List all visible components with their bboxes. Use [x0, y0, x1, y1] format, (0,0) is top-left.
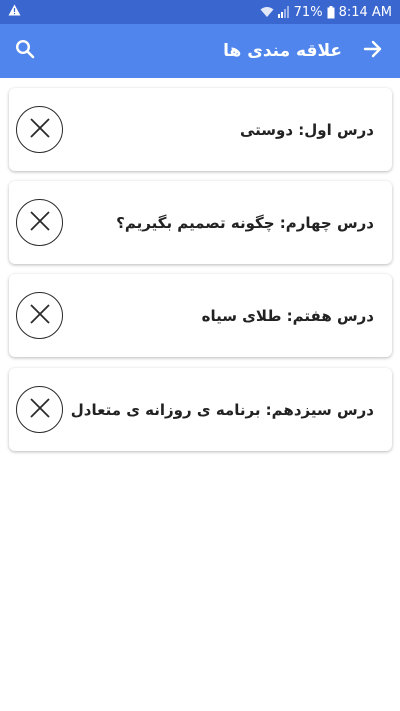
favorite-title: درس اول: دوستی [239, 120, 374, 139]
close-icon [29, 210, 51, 236]
warning-triangle-icon [8, 4, 21, 20]
battery-icon [327, 5, 335, 19]
arrow-forward-icon [363, 39, 383, 63]
favorite-title: درس هفتم: طلای سیاه [201, 306, 374, 325]
status-bar: 71% 8:14 AM [0, 0, 400, 24]
clock: 8:14 AM [338, 4, 392, 20]
close-icon [29, 303, 51, 329]
close-icon [29, 117, 51, 143]
page-title: علاقه مندی ها [223, 41, 342, 61]
wifi-icon [260, 6, 274, 18]
favorite-card[interactable]: درس هفتم: طلای سیاه [9, 274, 392, 357]
favorite-card[interactable]: درس اول: دوستی [9, 88, 392, 171]
remove-favorite-button[interactable] [16, 199, 63, 246]
back-button[interactable] [360, 38, 386, 64]
status-right: 71% 8:14 AM [260, 5, 392, 20]
remove-favorite-button[interactable] [16, 292, 63, 339]
search-button[interactable] [12, 38, 38, 64]
remove-favorite-button[interactable] [16, 386, 63, 433]
battery-percent: 71% [293, 4, 323, 20]
favorite-title: درس چهارم: چگونه تصمیم بگیریم؟ [116, 213, 374, 232]
favorite-card[interactable]: درس چهارم: چگونه تصمیم بگیریم؟ [9, 181, 392, 264]
signal-icon [277, 6, 290, 18]
remove-favorite-button[interactable] [16, 106, 63, 153]
favorite-title: درس سیزدهم: برنامه ی روزانه ی متعادل [70, 400, 374, 419]
close-icon [29, 397, 51, 423]
search-icon [15, 39, 35, 63]
favorite-card[interactable]: درس سیزدهم: برنامه ی روزانه ی متعادل [9, 368, 392, 451]
app-bar: علاقه مندی ها [0, 24, 400, 78]
status-left [8, 4, 21, 20]
app-bar-title-group: علاقه مندی ها [223, 38, 386, 64]
